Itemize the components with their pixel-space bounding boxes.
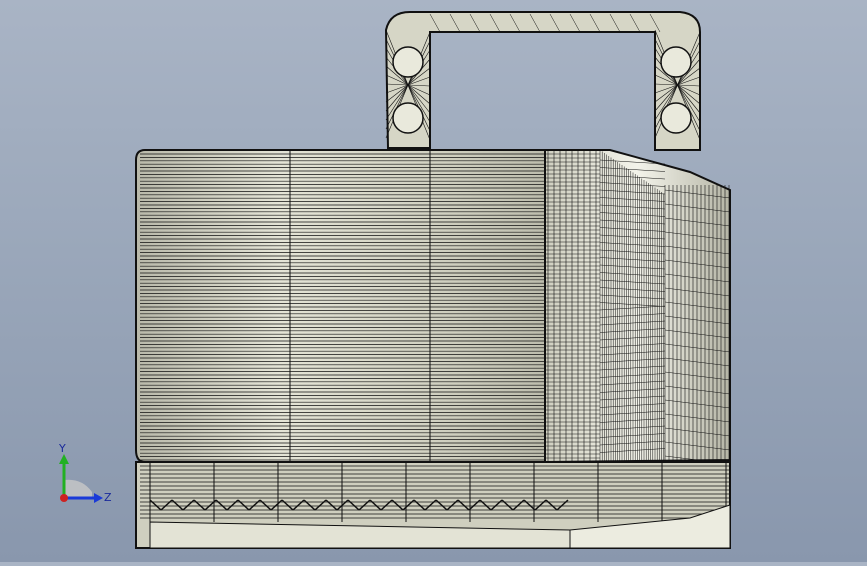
triad-origin xyxy=(60,494,68,502)
tapered-end[interactable] xyxy=(544,149,731,465)
cad-viewport[interactable]: Y Z xyxy=(0,0,867,562)
orientation-triad: Y Z xyxy=(58,442,112,504)
handle-hole-bottom-right xyxy=(660,102,692,134)
handle-hole-bottom-left xyxy=(392,102,424,134)
base-plate[interactable] xyxy=(135,461,731,549)
handle-bracket[interactable] xyxy=(384,11,701,151)
triad-z-arrow xyxy=(94,493,103,503)
triad-y-arrow xyxy=(59,454,69,464)
mesh-model[interactable] xyxy=(0,0,867,562)
cylinder-body[interactable] xyxy=(135,149,546,463)
triad-y-label: Y xyxy=(58,442,66,455)
triad-plane-indicator xyxy=(64,479,92,498)
triad-z-label: Z xyxy=(104,491,112,504)
handle-hole-top-left xyxy=(392,46,424,78)
handle-hole-top-right xyxy=(660,46,692,78)
